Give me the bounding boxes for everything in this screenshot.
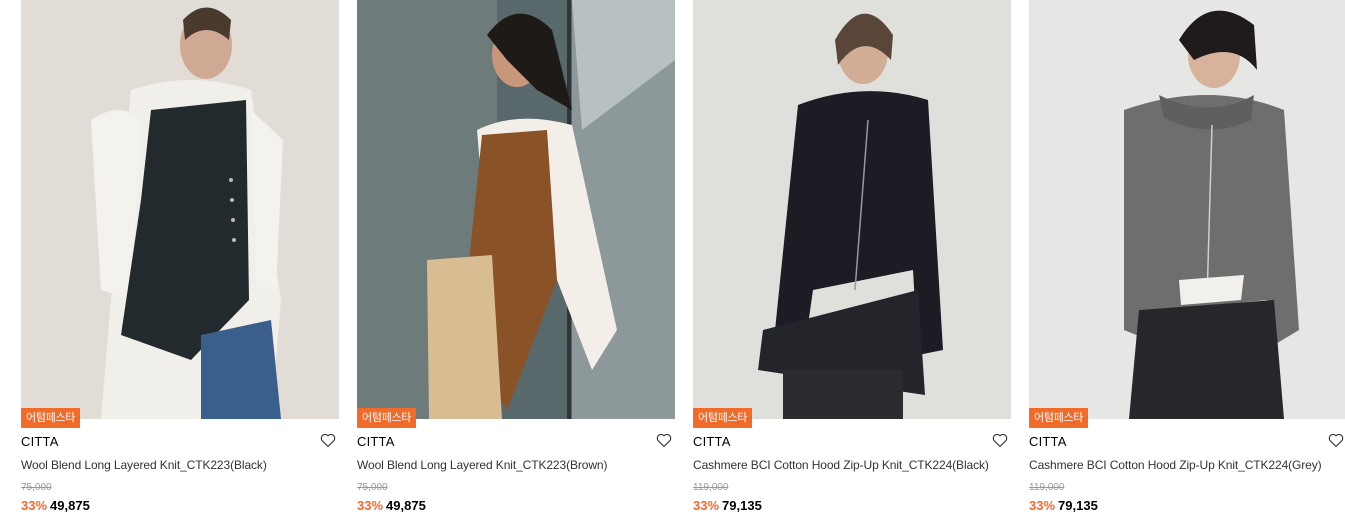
product-image [693,0,1011,419]
discount-rate: 33% [21,498,48,513]
product-name[interactable]: Cashmere BCI Cotton Hood Zip-Up Knit_CTK… [693,458,1023,472]
sale-price: 79,135 [722,498,762,513]
product-card[interactable]: 어텀페스타 CITTA Wool Blend Long Layered Knit… [21,0,339,526]
sale-price-row: 33% 79,135 [1029,498,1098,514]
product-card[interactable]: 어텀페스타 CITTA Wool Blend Long Layered Knit… [357,0,675,526]
product-image-link[interactable] [693,0,1011,419]
promo-badge: 어텀페스타 [357,408,417,428]
sale-price: 79,135 [1058,498,1098,513]
promo-badge: 어텀페스타 [1029,408,1089,428]
product-name[interactable]: Wool Blend Long Layered Knit_CTK223(Brow… [357,458,687,472]
sale-price-row: 33% 79,135 [693,498,762,514]
product-grid: 어텀페스타 CITTA Wool Blend Long Layered Knit… [0,0,1345,526]
original-price: 75,000 [21,482,52,493]
promo-badge: 어텀페스타 [21,408,81,428]
promo-badge: 어텀페스타 [693,408,753,428]
product-image [1029,0,1345,419]
product-name[interactable]: Wool Blend Long Layered Knit_CTK223(Blac… [21,458,351,472]
brand-name[interactable]: CITTA [21,434,59,449]
product-image-link[interactable] [1029,0,1345,419]
sale-price: 49,875 [386,498,426,513]
product-image [21,0,339,419]
discount-rate: 33% [357,498,384,513]
brand-name[interactable]: CITTA [357,434,395,449]
product-name[interactable]: Cashmere BCI Cotton Hood Zip-Up Knit_CTK… [1029,458,1345,472]
product-card[interactable]: 어텀페스타 CITTA Cashmere BCI Cotton Hood Zip… [693,0,1011,526]
discount-rate: 33% [693,498,720,513]
original-price: 119,000 [1029,482,1065,493]
heart-icon[interactable] [655,431,673,449]
brand-name[interactable]: CITTA [1029,434,1067,449]
heart-icon[interactable] [319,431,337,449]
heart-icon[interactable] [1327,431,1345,449]
brand-name[interactable]: CITTA [693,434,731,449]
product-card[interactable]: 어텀페스타 CITTA Cashmere BCI Cotton Hood Zip… [1029,0,1345,526]
original-price: 75,000 [357,482,388,493]
sale-price-row: 33% 49,875 [21,498,90,514]
product-image-link[interactable] [357,0,675,419]
product-image-link[interactable] [21,0,339,419]
sale-price-row: 33% 49,875 [357,498,426,514]
original-price: 119,000 [693,482,729,493]
product-image [357,0,675,419]
discount-rate: 33% [1029,498,1056,513]
sale-price: 49,875 [50,498,90,513]
heart-icon[interactable] [991,431,1009,449]
